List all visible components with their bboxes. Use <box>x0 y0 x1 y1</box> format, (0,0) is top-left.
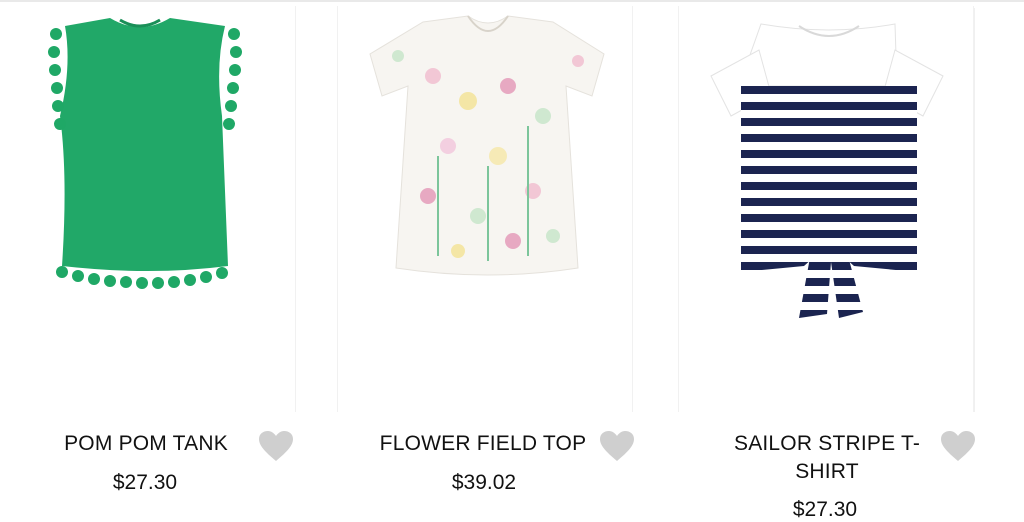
product-image[interactable] <box>678 6 974 412</box>
sailor-stripe-t-shirt-image <box>710 23 944 318</box>
next-product-card-edge <box>974 8 1024 412</box>
heart-icon[interactable] <box>258 430 294 462</box>
heart-icon[interactable] <box>599 430 635 462</box>
product-price: $27.30 <box>792 498 858 521</box>
heart-icon[interactable] <box>940 430 976 462</box>
product-grid: POM POM TANK $27.30 FLOWER FIELD TOP $39… <box>0 2 1024 521</box>
product-card-flower-field-top[interactable]: FLOWER FIELD TOP $39.02 <box>337 2 637 521</box>
product-image[interactable] <box>0 6 296 412</box>
product-price: $39.02 <box>451 471 517 494</box>
product-name[interactable]: FLOWER FIELD TOP <box>373 430 593 458</box>
pom-pom-tank-image <box>48 18 242 289</box>
product-price: $27.30 <box>112 471 178 494</box>
product-card-sailor-stripe-t-shirt[interactable]: SAILOR STRIPE T-SHIRT $27.30 <box>678 2 978 521</box>
product-card-pom-pom-tank[interactable]: POM POM TANK $27.30 <box>0 2 300 521</box>
flower-field-top-image <box>369 15 605 276</box>
product-name[interactable]: POM POM TANK <box>46 430 246 458</box>
product-image[interactable] <box>337 6 633 412</box>
product-name[interactable]: SAILOR STRIPE T-SHIRT <box>724 430 930 486</box>
